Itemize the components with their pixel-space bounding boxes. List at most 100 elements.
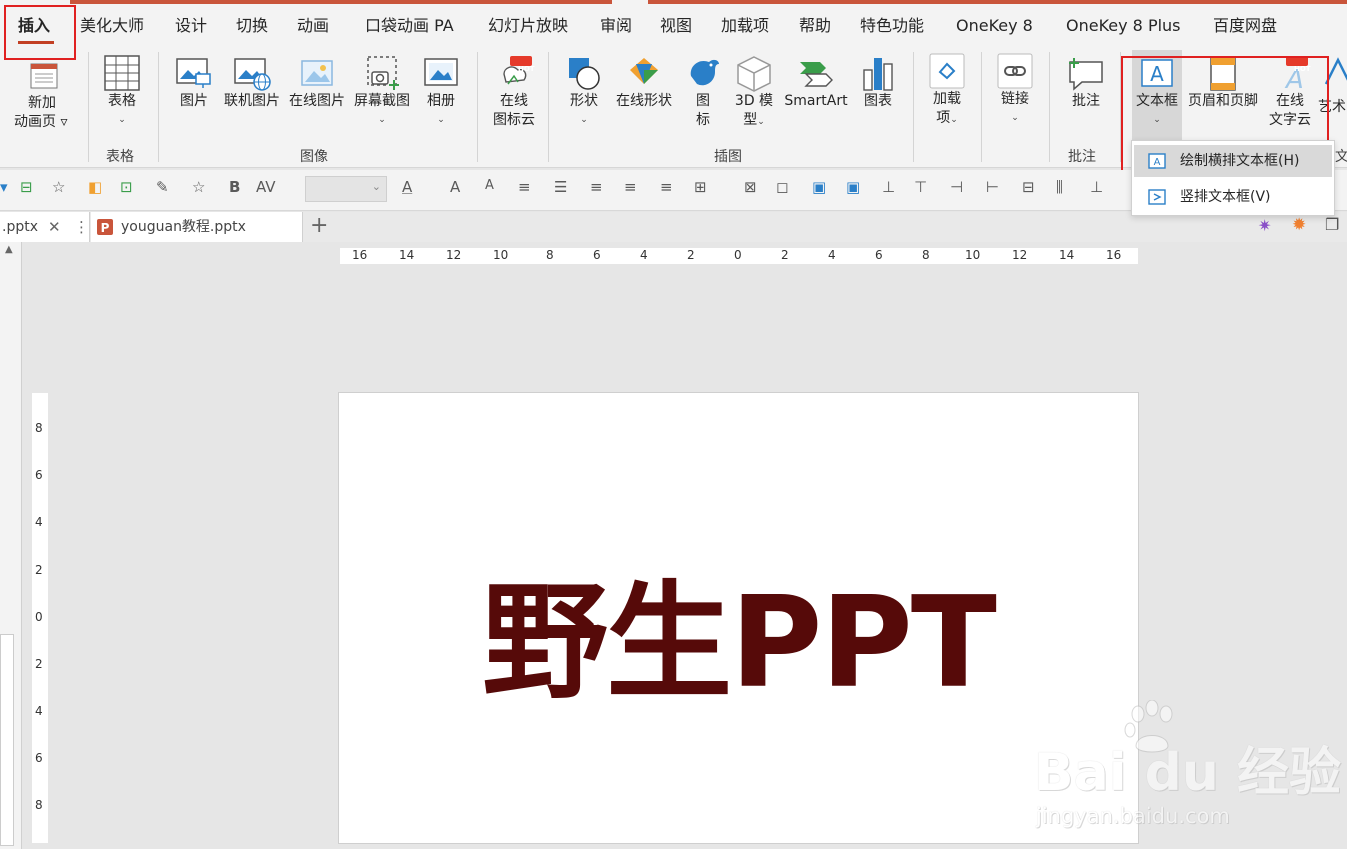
thumbnail-panel[interactable]: ▲ [0,242,22,849]
doc-tab-second-title: youguan教程.pptx [121,219,246,235]
link-icon [997,53,1033,89]
tab-beautify[interactable]: 美化大师 [80,14,144,38]
online-icon-cloud-button[interactable]: HOT 在线 图标云 [488,54,540,130]
ruler-label: 6 [35,468,43,482]
tab-view[interactable]: 视图 [660,14,692,38]
bold-button[interactable]: B [229,178,240,196]
online-link-picture-button[interactable]: 联机图片 [222,56,282,111]
table-border-icon[interactable]: ⊞ [694,178,707,196]
tab-pocket-animation[interactable]: 口袋动画 PA [365,14,454,38]
addins-button[interactable]: 加载 项⌄ [926,52,968,130]
tab-onekey8[interactable]: OneKey 8 [956,14,1033,38]
ruler-label: 6 [35,751,43,765]
powerpoint-file-icon: P [97,219,113,235]
chevron-down-icon: ⌄ [437,115,445,125]
scroll-up-icon[interactable]: ▲ [5,244,13,255]
presenter-icon[interactable]: ⊡ [120,178,133,196]
tab-addins[interactable]: 加载项 [721,14,769,38]
tab-baidu-netdisk[interactable]: 百度网盘 [1213,14,1277,38]
shape-outline-icon[interactable]: ◻ [776,178,788,196]
watermark-url: jingyan.baidu.com [1036,804,1230,828]
slide-size-icon[interactable]: ⊟ [20,178,33,196]
shape-button[interactable]: 形状 ⌄ [562,54,606,130]
draw-horizontal-textbox-item[interactable]: A 绘制横排文本框(H) [1134,145,1332,177]
screenshot-button[interactable]: 屏幕截图 ⌄ [351,54,413,130]
online-link-picture-label: 联机图片 [224,93,280,109]
vertical-textbox-item[interactable]: 竖排文本框(V) [1134,181,1332,213]
textbox-small-icon[interactable]: ▣ [812,178,826,196]
shape-label: 形状 [570,93,598,109]
separator [981,52,982,162]
align-icon[interactable]: ▾ [0,178,8,196]
slide-thumbnail[interactable] [0,634,14,846]
ruler-label: 10 [493,248,509,262]
icon-button[interactable]: 图 标 [683,54,723,130]
ruler-label: 16 [352,248,368,262]
chevron-down-icon: ⌄ [118,115,126,125]
align-center-icon[interactable]: ≡ [624,178,637,196]
format-painter-icon[interactable]: ✎ [156,178,169,196]
effects-icon[interactable]: ☆ [192,178,205,196]
distribute-h-icon[interactable]: ⫼ [1056,178,1063,196]
separator [913,52,914,162]
font-size-select[interactable]: ⌄ [305,176,387,202]
online-icon-label-1: 在线 [500,93,528,109]
doc-tab-first[interactable]: .pptx ✕ ⋮ [0,212,90,242]
chevron-down-icon: ⌄ [371,180,381,193]
grow-font-button[interactable]: A [450,178,460,196]
star-shape-icon[interactable]: ☆ [52,178,65,196]
doc-tab-second[interactable]: P youguan教程.pptx [91,212,303,242]
chart-button[interactable]: 图表 [858,54,898,111]
char-spacing-button[interactable]: AV [256,178,276,196]
add-tab-button[interactable]: + [310,213,328,238]
table-button[interactable]: 表格 ⌄ [100,54,144,134]
magic-icon[interactable]: ✷ [1258,216,1271,235]
comment-button[interactable]: 批注 [1064,54,1108,111]
album-button[interactable]: 相册 ⌄ [420,56,462,130]
align-middle-icon[interactable]: ⊟ [1022,178,1035,196]
doc-tab-first-title: .pptx [2,219,38,235]
align-left-icon[interactable]: ≡ [518,178,531,196]
link-button[interactable]: 链接 ⌄ [994,52,1036,128]
online-picture-button[interactable]: 在线图片 [287,56,347,111]
justify-icon[interactable]: ≡ [590,178,603,196]
slide-canvas[interactable]: 野生PPT [338,392,1139,844]
align-right-obj-icon[interactable]: ⊣ [950,178,963,196]
online-shape-button[interactable]: 在线形状 [612,54,676,111]
group-label-comments: 批注 [1068,149,1096,165]
picture-button[interactable]: 图片 [173,56,215,111]
online-picture-label: 在线图片 [289,93,345,109]
3d-model-button[interactable]: 3D 模 型⌄ [732,54,776,132]
distribute-v-icon[interactable]: ⊥ [1090,178,1103,196]
tab-onekey8-plus[interactable]: OneKey 8 Plus [1066,14,1181,38]
smartart-button[interactable]: SmartArt [782,54,850,111]
shape-fill-icon[interactable]: ◧ [88,178,102,196]
distribute-icon[interactable]: ☰ [554,178,567,196]
align-right-icon[interactable]: ≡ [660,178,673,196]
restore-window-icon[interactable]: ❐ [1325,215,1339,234]
3d-model-label-2: 型⌄ [743,112,765,128]
group-label-text: 文本 [1335,149,1347,165]
tab-review[interactable]: 审阅 [600,14,632,38]
tab-features[interactable]: 特色功能 [860,14,924,38]
tab-transition[interactable]: 切换 [236,14,268,38]
new-animation-page-button[interactable]: 新加 动画页 ▿ [14,58,74,130]
online-icon-label-2: 图标云 [493,112,535,128]
crop-icon[interactable]: ⊠ [744,178,757,196]
tab-animation[interactable]: 动画 [297,14,329,38]
shrink-font-button[interactable]: A [485,178,494,193]
align-left-obj-icon[interactable]: ⊢ [986,178,999,196]
tab-help[interactable]: 帮助 [799,14,831,38]
font-color-button[interactable]: A [402,178,412,196]
tab-design[interactable]: 设计 [175,14,207,38]
ruler-label: 12 [1012,248,1028,262]
close-icon[interactable]: ✕ [48,212,61,242]
arrange-icon[interactable]: ⊥ [882,178,895,196]
settings-gear-icon[interactable]: ✹ [1292,215,1306,235]
new-animation-page-label-2: 动画页 ▿ [14,114,68,130]
more-icon[interactable]: ⋮ [74,212,89,242]
slide-title-text[interactable]: 野生PPT [339,541,1138,723]
align-top-icon[interactable]: ⊤ [914,178,927,196]
vertical-textbox-small-icon[interactable]: ▣ [846,178,860,196]
tab-slideshow[interactable]: 幻灯片放映 [488,14,568,38]
